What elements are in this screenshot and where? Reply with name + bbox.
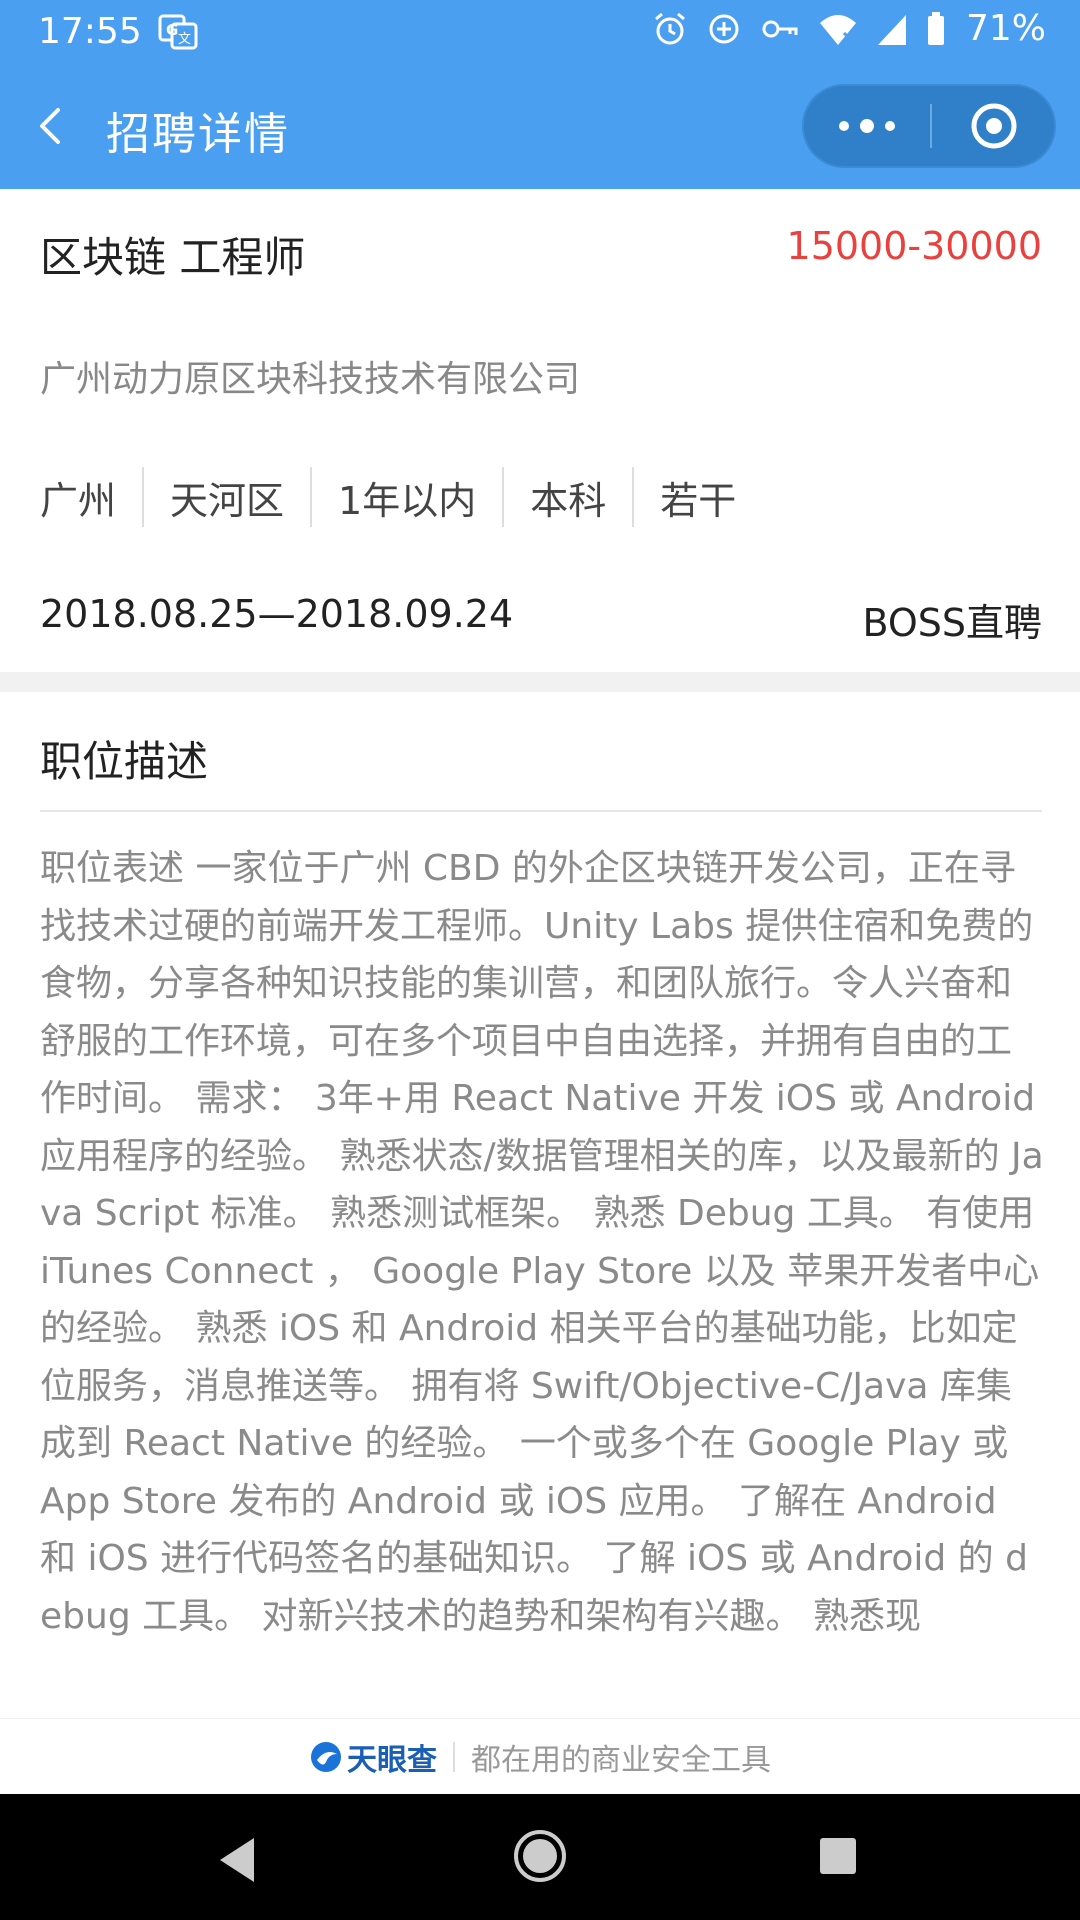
page-title: 招聘详情 — [106, 109, 290, 160]
system-nav-bar — [0, 1794, 1080, 1920]
nav-bar: 招聘详情 — [0, 64, 1080, 189]
mini-program-capsule — [802, 84, 1056, 168]
battery-icon — [927, 11, 944, 45]
salary-range: 15000-30000 — [786, 224, 1042, 268]
recents-square-icon[interactable] — [818, 1836, 858, 1876]
tag-headcount: 若干 — [632, 467, 762, 527]
tianyancha-eye-icon — [311, 1741, 341, 1772]
description-heading: 职位描述 — [40, 737, 209, 786]
tag-education: 本科 — [502, 467, 632, 527]
tag-experience: 1年以内 — [310, 467, 502, 527]
tag-district: 天河区 — [142, 467, 310, 527]
target-close-icon[interactable] — [932, 86, 1056, 166]
posting-source: BOSS直聘 — [862, 601, 1042, 645]
heading-rule — [40, 810, 1042, 812]
status-time: 17:55 — [38, 11, 142, 52]
footer-brand: 天眼查 — [347, 1742, 437, 1778]
back-triangle-icon[interactable] — [214, 1834, 260, 1886]
status-icons: 71% — [652, 8, 1046, 49]
signal-icon — [877, 14, 906, 45]
alarm-icon — [655, 12, 685, 44]
posting-dates: 2018.08.25—2018.09.24 — [40, 592, 514, 636]
wifi-icon — [819, 14, 856, 45]
tianyancha-logo: 天眼查 — [309, 1735, 437, 1779]
chevron-left-icon[interactable] — [30, 94, 74, 158]
vpn-key-icon — [762, 20, 798, 37]
job-tags: 广州 天河区 1年以内 本科 若干 — [40, 467, 762, 527]
svg-text:G: G — [166, 21, 178, 39]
company-name[interactable]: 广州动力原区块科技技术有限公司 — [40, 350, 580, 402]
data-saver-icon — [709, 14, 739, 43]
job-title: 区块链 工程师 — [40, 233, 306, 282]
footer-divider — [453, 1741, 455, 1772]
more-dots-icon[interactable] — [804, 86, 930, 166]
tag-city: 广州 — [40, 478, 117, 523]
description-body: 职位表述 一家位于广州 CBD 的外企区块链开发公司，正在寻找技术过硬的前端开发… — [40, 848, 1044, 1637]
status-bar: 17:55 G 文 71% — [0, 0, 1080, 64]
battery-percent: 71% — [965, 8, 1046, 49]
home-circle-icon[interactable] — [512, 1828, 568, 1884]
footer-slogan: 都在用的商业安全工具 — [471, 1742, 771, 1778]
svg-text:文: 文 — [178, 32, 191, 47]
translate-icon: G 文 — [158, 14, 198, 50]
footer-banner[interactable]: 天眼查 都在用的商业安全工具 — [0, 1718, 1080, 1794]
section-divider — [0, 672, 1080, 692]
